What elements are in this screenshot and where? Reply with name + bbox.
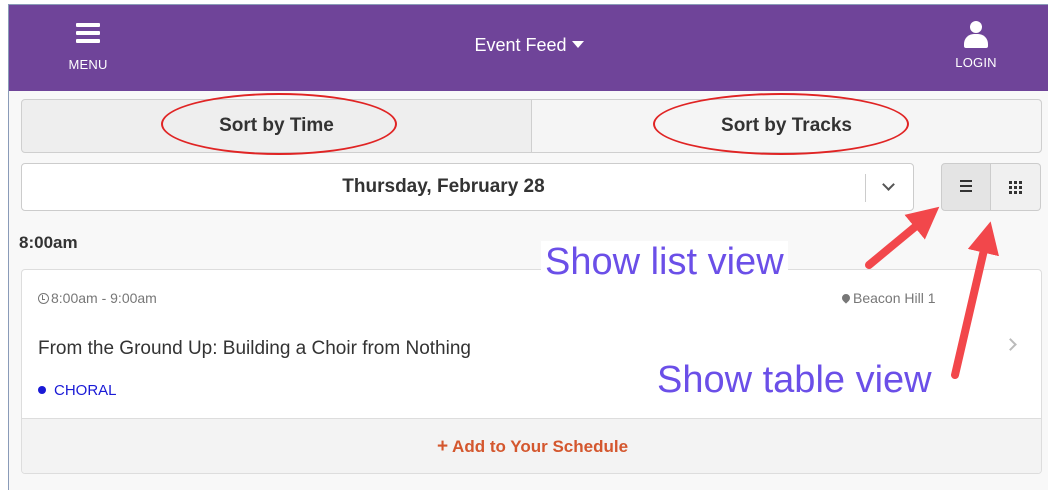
arrow-to-table-view <box>951 221 999 379</box>
arrow-to-list-view <box>865 206 940 269</box>
app-frame: MENU Event Feed LOGIN Sort by Time Sort … <box>8 4 1048 490</box>
annotation-arrows <box>865 206 999 379</box>
